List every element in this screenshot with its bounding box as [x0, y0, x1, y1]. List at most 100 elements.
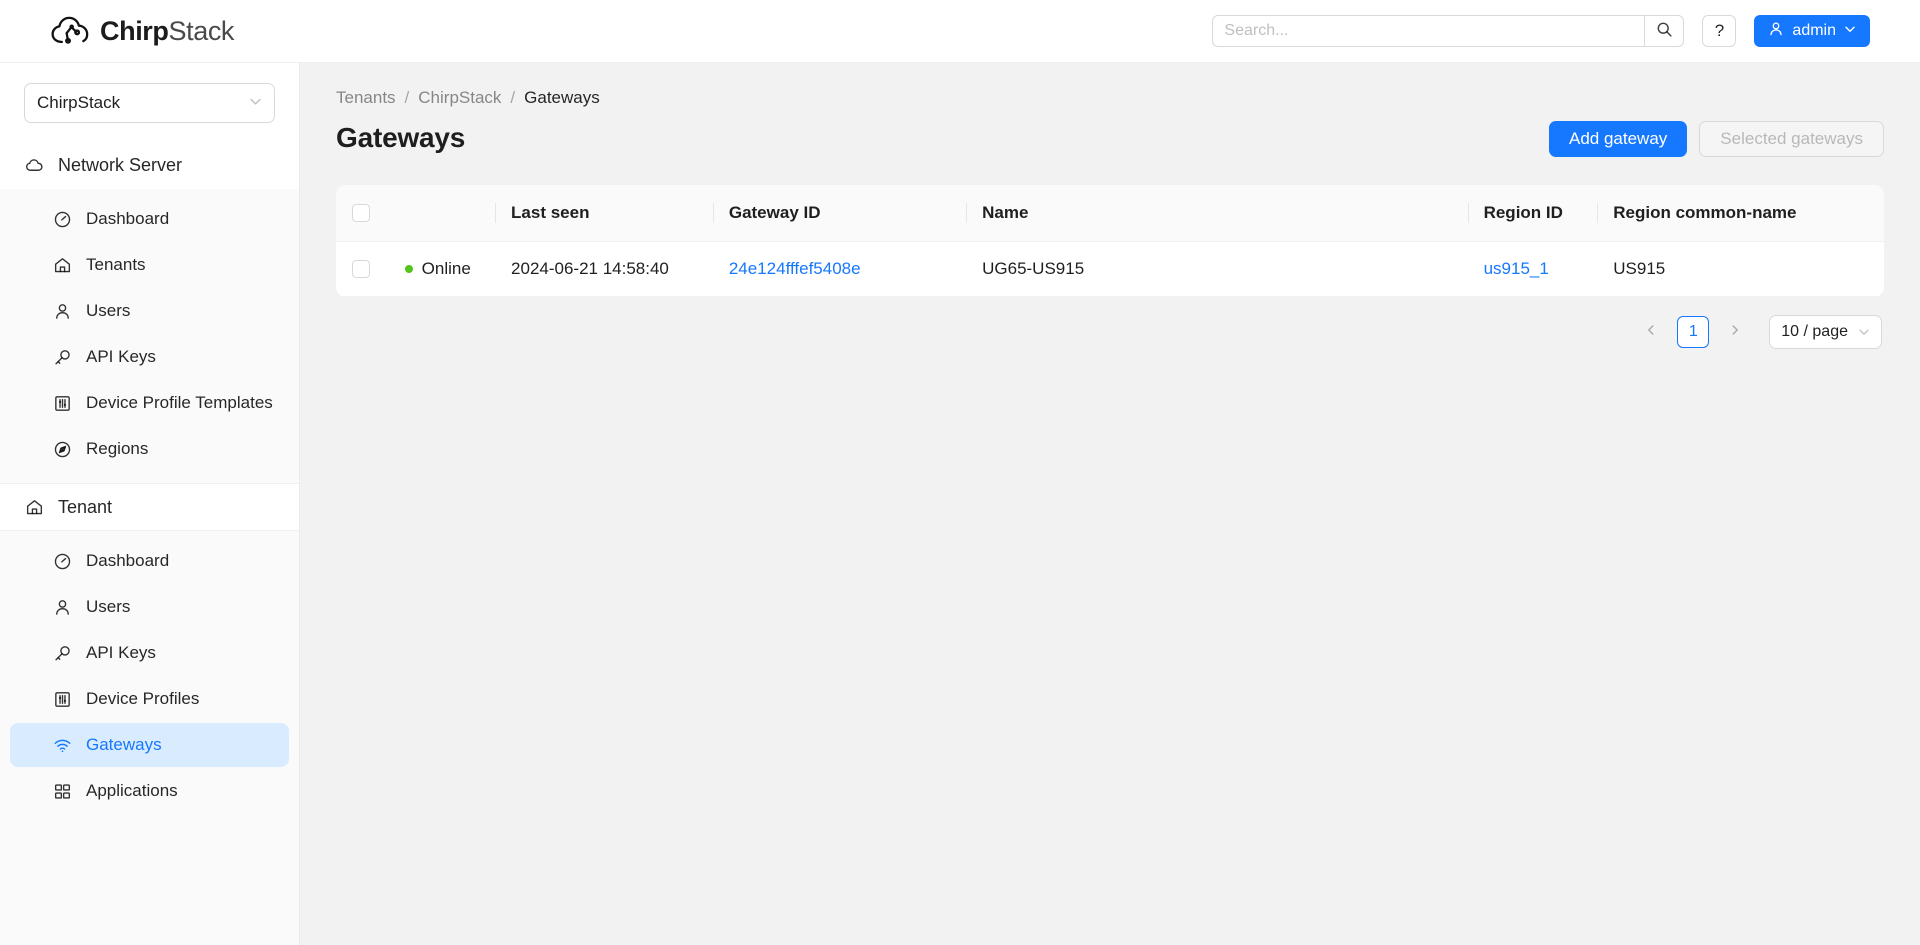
- page-action-buttons: Add gateway Selected gateways: [1549, 121, 1884, 157]
- pagination-next-button[interactable]: [1719, 316, 1751, 348]
- select-all-header: [336, 185, 389, 242]
- sidebar-item-users-ns[interactable]: Users: [10, 289, 289, 333]
- sidebar-item-regions[interactable]: Regions: [10, 427, 289, 471]
- chevron-down-icon: [1858, 326, 1870, 338]
- gateways-table-card: Last seen Gateway ID Name Region ID Regi…: [336, 185, 1884, 297]
- sidebar-item-label: Dashboard: [86, 209, 170, 228]
- sidebar-item-label: Device Profile Templates: [86, 393, 273, 412]
- last-seen-header[interactable]: Last seen: [495, 185, 713, 242]
- gateway-id-header[interactable]: Gateway ID: [712, 185, 967, 242]
- search-icon: [1656, 21, 1673, 41]
- select-all-checkbox[interactable]: [352, 204, 370, 223]
- sidebar-item-device-profile-templates[interactable]: Device Profile Templates: [10, 381, 289, 425]
- chevron-down-icon: [1844, 22, 1856, 40]
- gateways-table: Last seen Gateway ID Name Region ID Regi…: [336, 185, 1884, 297]
- tenant-selector[interactable]: ChirpStack: [24, 83, 275, 123]
- row-select-cell: [336, 241, 389, 297]
- sidebar-group-tenant[interactable]: Tenant: [0, 483, 299, 531]
- user-menu-label: admin: [1792, 22, 1836, 39]
- sidebar-item-label: Users: [86, 597, 131, 616]
- user-menu-button[interactable]: admin: [1754, 15, 1870, 47]
- sidebar-item-label: Tenants: [86, 255, 146, 274]
- help-button[interactable]: ?: [1702, 15, 1737, 47]
- pagination-prev-button[interactable]: [1635, 316, 1667, 348]
- tenant-selector-container: ChirpStack: [0, 63, 299, 141]
- sliders-icon: [52, 689, 72, 709]
- top-header-bar: ChirpStack ?: [0, 0, 1920, 63]
- row-status-cell: Online: [388, 241, 496, 297]
- apps-grid-icon: [52, 781, 72, 801]
- chevron-left-icon: [1645, 323, 1657, 340]
- region-common-name-header[interactable]: Region common-name: [1597, 185, 1884, 242]
- dashboard-gauge-icon: [52, 551, 72, 571]
- global-search: [1212, 15, 1685, 47]
- sidebar-item-label: API Keys: [86, 347, 156, 366]
- status-online-dot-icon: [404, 264, 413, 273]
- sidebar-item-gateways[interactable]: Gateways: [10, 723, 289, 767]
- name-header[interactable]: Name: [966, 185, 1468, 242]
- add-gateway-button[interactable]: Add gateway: [1549, 121, 1688, 157]
- user-icon: [52, 301, 72, 321]
- wifi-icon: [52, 735, 72, 755]
- sidebar: ChirpStack Network Server Dashboard Tena…: [0, 63, 300, 945]
- pagination-page-1[interactable]: 1: [1677, 315, 1710, 348]
- sidebar-item-label: Dashboard: [86, 551, 170, 570]
- sidebar-item-label: Applications: [86, 781, 178, 800]
- header-actions: ? admin: [1212, 15, 1870, 47]
- pagination: 1 10 / page: [336, 314, 1884, 349]
- status-header: [388, 185, 496, 242]
- app-logo[interactable]: ChirpStack: [50, 11, 234, 51]
- sidebar-item-label: Gateways: [86, 735, 162, 754]
- sidebar-item-api-keys-tenant[interactable]: API Keys: [10, 631, 289, 675]
- breadcrumb-item-tenants[interactable]: Tenants: [336, 88, 396, 108]
- breadcrumb-item-chirpstack[interactable]: ChirpStack: [418, 88, 501, 108]
- sidebar-item-dashboard-ns[interactable]: Dashboard: [10, 197, 289, 241]
- gateway-id-link[interactable]: 24e124fffef5408e: [729, 259, 861, 278]
- region-id-header[interactable]: Region ID: [1467, 185, 1598, 242]
- row-region-common-name: US915: [1597, 241, 1884, 297]
- breadcrumb: Tenants / ChirpStack / Gateways: [336, 87, 1884, 109]
- sidebar-item-label: Regions: [86, 439, 149, 458]
- sidebar-items-network-server: Dashboard Tenants Users API Keys Device …: [0, 189, 299, 483]
- breadcrumb-separator: /: [510, 88, 516, 107]
- row-checkbox[interactable]: [352, 260, 370, 279]
- table-row[interactable]: Online 2024-06-21 14:58:40 24e124fffef54…: [336, 241, 1884, 297]
- page-header: Gateways Add gateway Selected gateways: [336, 121, 1884, 165]
- app-logo-text: ChirpStack: [100, 15, 235, 46]
- dashboard-gauge-icon: [52, 209, 72, 229]
- sidebar-item-dashboard-tenant[interactable]: Dashboard: [10, 539, 289, 583]
- home-icon: [52, 255, 72, 275]
- sidebar-item-label: API Keys: [86, 643, 156, 662]
- search-button[interactable]: [1644, 15, 1685, 47]
- home-icon: [24, 497, 44, 517]
- user-icon: [1768, 21, 1784, 42]
- chevron-right-icon: [1729, 323, 1741, 340]
- sidebar-item-tenants[interactable]: Tenants: [10, 243, 289, 287]
- sidebar-item-applications[interactable]: Applications: [10, 769, 289, 813]
- sidebar-group-label: Network Server: [58, 154, 183, 175]
- breadcrumb-item-gateways: Gateways: [524, 88, 600, 107]
- question-mark-icon: ?: [1714, 21, 1725, 40]
- gateways-table-body: Online 2024-06-21 14:58:40 24e124fffef54…: [336, 241, 1884, 297]
- chirpstack-cloud-icon: [50, 14, 92, 48]
- sidebar-group-network-server[interactable]: Network Server: [0, 141, 299, 189]
- row-region-id-cell: us915_1: [1467, 241, 1598, 297]
- sliders-icon: [52, 393, 72, 413]
- table-header-row: Last seen Gateway ID Name Region ID Regi…: [336, 185, 1884, 242]
- row-name: UG65-US915: [966, 241, 1468, 297]
- key-icon: [52, 643, 72, 663]
- sidebar-item-api-keys-ns[interactable]: API Keys: [10, 335, 289, 379]
- page-size-selector[interactable]: 10 / page: [1769, 314, 1882, 349]
- main-content: Tenants / ChirpStack / Gateways Gateways…: [300, 63, 1920, 945]
- region-id-link[interactable]: us915_1: [1484, 259, 1549, 278]
- sidebar-item-users-tenant[interactable]: Users: [10, 585, 289, 629]
- cloud-icon: [24, 155, 44, 175]
- search-input[interactable]: [1212, 15, 1645, 47]
- sidebar-item-device-profiles[interactable]: Device Profiles: [10, 677, 289, 721]
- gateways-table-head: Last seen Gateway ID Name Region ID Regi…: [336, 185, 1884, 242]
- logo-text-light: Stack: [168, 15, 235, 46]
- chevron-down-icon: [249, 93, 262, 113]
- sidebar-group-label: Tenant: [58, 496, 113, 517]
- breadcrumb-separator: /: [404, 88, 410, 107]
- sidebar-item-label: Device Profiles: [86, 689, 200, 708]
